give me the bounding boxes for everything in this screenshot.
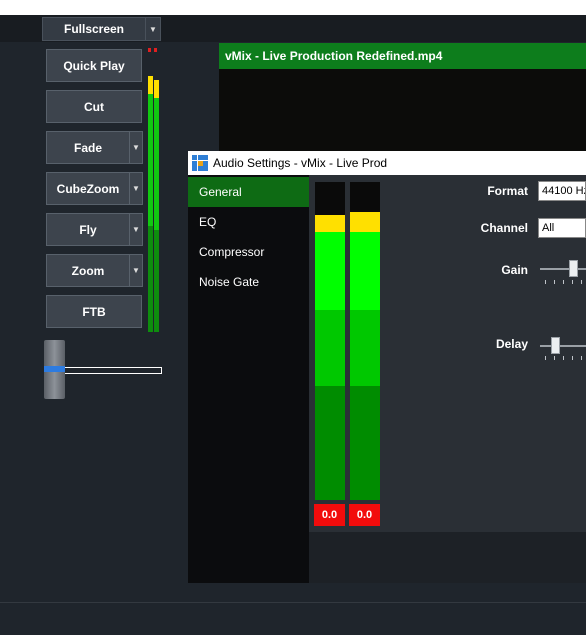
- gain-slider-ticks: [545, 280, 586, 284]
- settings-panel-footer: [309, 532, 586, 583]
- chevron-down-icon[interactable]: ▼: [129, 254, 143, 287]
- vu-readout-left: 0.0: [314, 504, 345, 526]
- channel-label: Channel: [480, 221, 528, 235]
- delay-slider-track[interactable]: [540, 345, 586, 347]
- preview-window: vMix - Live Production Redefined.mp4: [219, 43, 586, 158]
- master-meter-right: [154, 80, 159, 332]
- vu-segment-bright-green: [315, 232, 345, 310]
- chevron-down-icon[interactable]: ▼: [129, 131, 143, 164]
- gain-slider-track[interactable]: [540, 268, 586, 270]
- top-strip: [0, 0, 586, 15]
- nav-compressor[interactable]: Compressor: [188, 237, 309, 267]
- chevron-down-icon[interactable]: ▼: [129, 172, 143, 205]
- dialog-title: Audio Settings - vMix - Live Prod: [213, 156, 388, 170]
- delay-label: Delay: [495, 337, 528, 351]
- vu-meter-right: [350, 182, 380, 500]
- gain-label: Gain: [501, 263, 528, 277]
- ftb-button[interactable]: FTB: [46, 295, 142, 328]
- fade-button[interactable]: Fade: [46, 131, 130, 164]
- vu-segment-green: [350, 310, 380, 386]
- vu-segment-dark-green: [350, 386, 380, 500]
- quick-play-button[interactable]: Quick Play: [46, 49, 142, 82]
- audio-settings-dialog: Audio Settings - vMix - Live Prod Genera…: [188, 151, 586, 583]
- fullscreen-control[interactable]: Fullscreen ▼: [42, 17, 161, 41]
- nav-general[interactable]: General: [188, 177, 309, 207]
- delay-slider-thumb[interactable]: [551, 337, 560, 354]
- peak-indicator-left: [148, 48, 151, 52]
- preview-title: vMix - Live Production Redefined.mp4: [219, 43, 586, 69]
- format-label: Format: [487, 184, 528, 198]
- tbar-position-marker: [44, 366, 65, 372]
- fly-button[interactable]: Fly: [46, 213, 130, 246]
- delay-slider-ticks: [545, 356, 586, 360]
- fullscreen-button[interactable]: Fullscreen: [42, 17, 146, 41]
- peak-indicator-right: [154, 48, 157, 52]
- zoom-button[interactable]: Zoom: [46, 254, 130, 287]
- channel-select[interactable]: All: [538, 218, 586, 238]
- cut-button[interactable]: Cut: [46, 90, 142, 123]
- vu-segment-yellow: [315, 215, 345, 232]
- vu-segment-yellow: [350, 212, 380, 232]
- nav-noise-gate[interactable]: Noise Gate: [188, 267, 309, 297]
- vu-meter-left: [315, 182, 345, 500]
- vu-segment-bright-green: [350, 232, 380, 310]
- gain-slider-thumb[interactable]: [569, 260, 578, 277]
- vmix-logo-icon: [192, 155, 208, 171]
- format-select[interactable]: 44100 Hz: [538, 181, 586, 201]
- vu-segment-green: [315, 310, 345, 386]
- tbar-track[interactable]: [56, 367, 162, 374]
- dialog-titlebar[interactable]: Audio Settings - vMix - Live Prod: [188, 151, 586, 175]
- vu-readout-right: 0.0: [349, 504, 380, 526]
- settings-nav: General EQ Compressor Noise Gate: [188, 175, 309, 583]
- vu-segment-dark-green: [315, 386, 345, 500]
- nav-eq[interactable]: EQ: [188, 207, 309, 237]
- master-meter-left: [148, 76, 153, 332]
- divider: [0, 602, 586, 603]
- cubezoom-button[interactable]: CubeZoom: [46, 172, 130, 205]
- chevron-down-icon[interactable]: ▼: [129, 213, 143, 246]
- chevron-down-icon[interactable]: ▼: [146, 17, 161, 41]
